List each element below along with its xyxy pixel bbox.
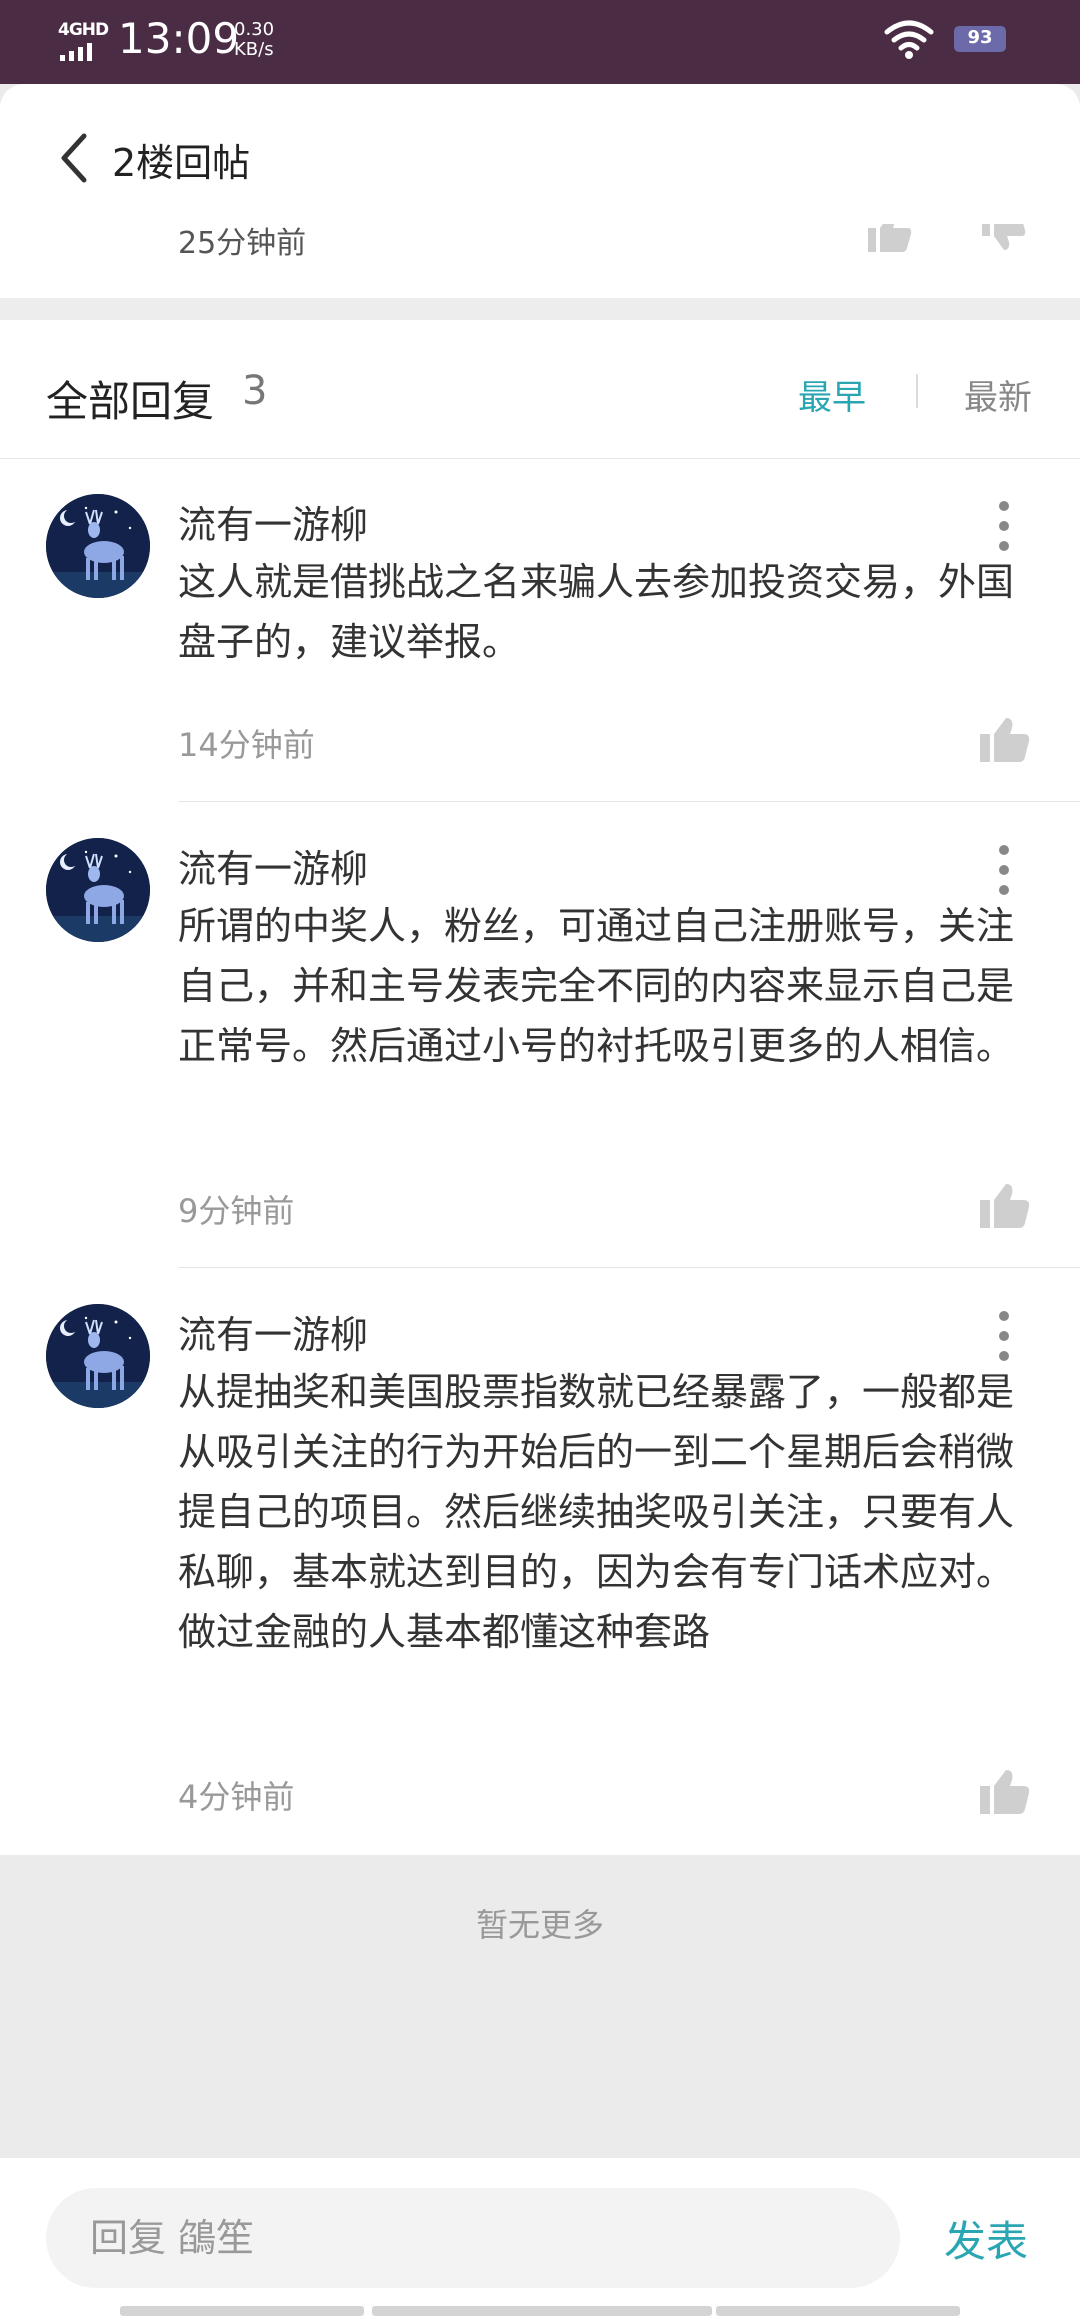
no-more-text: 暂无更多 bbox=[475, 1906, 604, 1944]
reply-composer: 发表 bbox=[0, 2158, 1080, 2316]
status-bar: 4GHD 13:09 0.30 KB/s 93 bbox=[0, 0, 1080, 84]
reply-text: 所谓的中奖人，粉丝，可通过自己注册账号，关注自己，并和主号发表完全不同的内容来显… bbox=[178, 904, 1015, 1068]
deer-avatar-icon bbox=[46, 1304, 150, 1408]
gesture-bar bbox=[716, 2306, 960, 2316]
reply-item: 流有一游柳 这人就是借挑战之名来骗人去参加投资交易，外国盘子的，建议举报。 14… bbox=[0, 458, 1080, 802]
section-separator bbox=[0, 298, 1080, 320]
replies-title: 全部回复 bbox=[46, 377, 215, 426]
thumbs-up-icon[interactable] bbox=[978, 1182, 1030, 1228]
thumbs-up-icon[interactable] bbox=[978, 716, 1030, 762]
replies-header: 全部回复 3 最早 最新 bbox=[0, 320, 1080, 459]
battery-level: 93 bbox=[967, 27, 993, 48]
page-title: 2楼回帖 bbox=[112, 141, 251, 185]
avatar[interactable] bbox=[46, 1304, 150, 1408]
more-vertical-icon[interactable] bbox=[990, 498, 1018, 554]
cellular-signal-icon: 4GHD bbox=[58, 20, 109, 61]
gesture-bar bbox=[372, 2306, 712, 2316]
battery-icon: 93 bbox=[954, 26, 1016, 54]
wifi-icon bbox=[884, 20, 934, 59]
network-speed: 0.30 KB/s bbox=[234, 20, 274, 60]
reply-item: 流有一游柳 从提抽奖和美国股票指数就已经暴露了，一般都是从吸引关注的行为开始后的… bbox=[0, 1268, 1080, 1855]
reply-author[interactable]: 流有一游柳 bbox=[178, 494, 368, 549]
header-card: 2楼回帖 25分钟前 bbox=[0, 84, 1080, 298]
reply-time: 9分钟前 bbox=[178, 1192, 295, 1230]
gesture-bar bbox=[120, 2306, 364, 2316]
avatar[interactable] bbox=[46, 838, 150, 942]
network-speed-unit: KB/s bbox=[234, 39, 274, 60]
reply-item: 流有一游柳 所谓的中奖人，粉丝，可通过自己注册账号，关注自己，并和主号发表完全不… bbox=[0, 802, 1080, 1268]
reply-author[interactable]: 流有一游柳 bbox=[178, 1304, 368, 1359]
replies-count: 3 bbox=[242, 368, 268, 414]
deer-avatar-icon bbox=[46, 494, 150, 598]
more-vertical-icon[interactable] bbox=[990, 842, 1018, 898]
more-vertical-icon[interactable] bbox=[990, 1308, 1018, 1364]
thumbs-down-icon[interactable] bbox=[976, 224, 1028, 252]
status-time: 13:09 bbox=[118, 14, 240, 63]
deer-avatar-icon bbox=[46, 838, 150, 942]
reply-input[interactable] bbox=[46, 2188, 900, 2288]
thumbs-up-icon[interactable] bbox=[978, 1768, 1030, 1814]
reply-author[interactable]: 流有一游柳 bbox=[178, 838, 368, 893]
chevron-left-icon[interactable] bbox=[56, 130, 96, 186]
network-type: 4GHD bbox=[58, 20, 109, 40]
thumbs-up-icon[interactable] bbox=[862, 224, 914, 252]
send-button[interactable]: 发表 bbox=[944, 2208, 1028, 2269]
reply-text: 从提抽奖和美国股票指数就已经暴露了，一般都是从吸引关注的行为开始后的一到二个星期… bbox=[178, 1370, 1015, 1654]
avatar[interactable] bbox=[46, 494, 150, 598]
navigation-bar: 2楼回帖 bbox=[0, 84, 1080, 224]
sort-latest-tab[interactable]: 最新 bbox=[964, 370, 1032, 419]
reply-time: 14分钟前 bbox=[178, 726, 315, 764]
replies-section: 全部回复 3 最早 最新 流有一游柳 这人就是借挑战之名来骗人去参加投资交易，外… bbox=[0, 320, 1080, 1855]
sort-earliest-tab[interactable]: 最早 bbox=[798, 370, 866, 419]
reply-time: 4分钟前 bbox=[178, 1778, 295, 1816]
previous-post-peek: 25分钟前 bbox=[0, 224, 1080, 298]
sort-divider bbox=[916, 374, 918, 408]
network-speed-value: 0.30 bbox=[234, 19, 275, 40]
previous-post-time: 25分钟前 bbox=[178, 226, 307, 261]
reply-text: 这人就是借挑战之名来骗人去参加投资交易，外国盘子的，建议举报。 bbox=[178, 560, 1015, 664]
